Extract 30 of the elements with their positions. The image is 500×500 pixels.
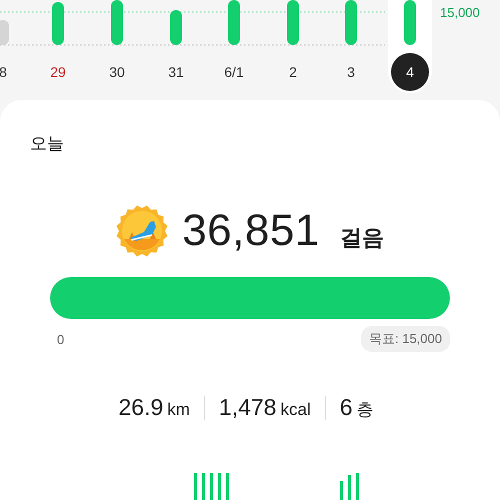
day-label[interactable]: 31 [156, 62, 196, 82]
step-bar [228, 0, 240, 45]
shoe-badge-icon [116, 205, 168, 257]
stat-value: 1,478 [218, 394, 276, 421]
step-count: 36,851 [182, 206, 320, 256]
goal-label: 목표: 15,000 [361, 326, 450, 352]
day-label[interactable]: 8 [0, 62, 23, 82]
stat-value: 26.9 [118, 394, 164, 421]
step-bar [404, 0, 416, 45]
day-label[interactable]: 2 [273, 62, 313, 82]
day-label[interactable]: 3 [331, 62, 371, 82]
stat-unit: km [167, 400, 190, 420]
stat-value: 6 [340, 394, 353, 421]
stat-unit: kcal [280, 400, 311, 420]
step-unit: 걸음 [340, 224, 384, 252]
day-label[interactable]: 6/1 [214, 62, 254, 82]
card-title: 오늘 [29, 133, 65, 155]
step-bar [345, 0, 357, 45]
day-label[interactable]: 29 [38, 62, 78, 82]
goal-line-label: 15,000 [440, 5, 480, 20]
activity-sparkline-drawing [340, 473, 359, 500]
step-bar [0, 20, 9, 45]
step-bar [111, 0, 123, 45]
stat-unit: 층 [356, 399, 374, 421]
step-bar [170, 10, 182, 45]
activity-sparkline-drawing [194, 473, 229, 500]
day-label[interactable]: 30 [97, 62, 137, 82]
step-bar [52, 2, 64, 45]
scale-start-label: 0 [57, 332, 64, 346]
step-bar [287, 0, 299, 45]
